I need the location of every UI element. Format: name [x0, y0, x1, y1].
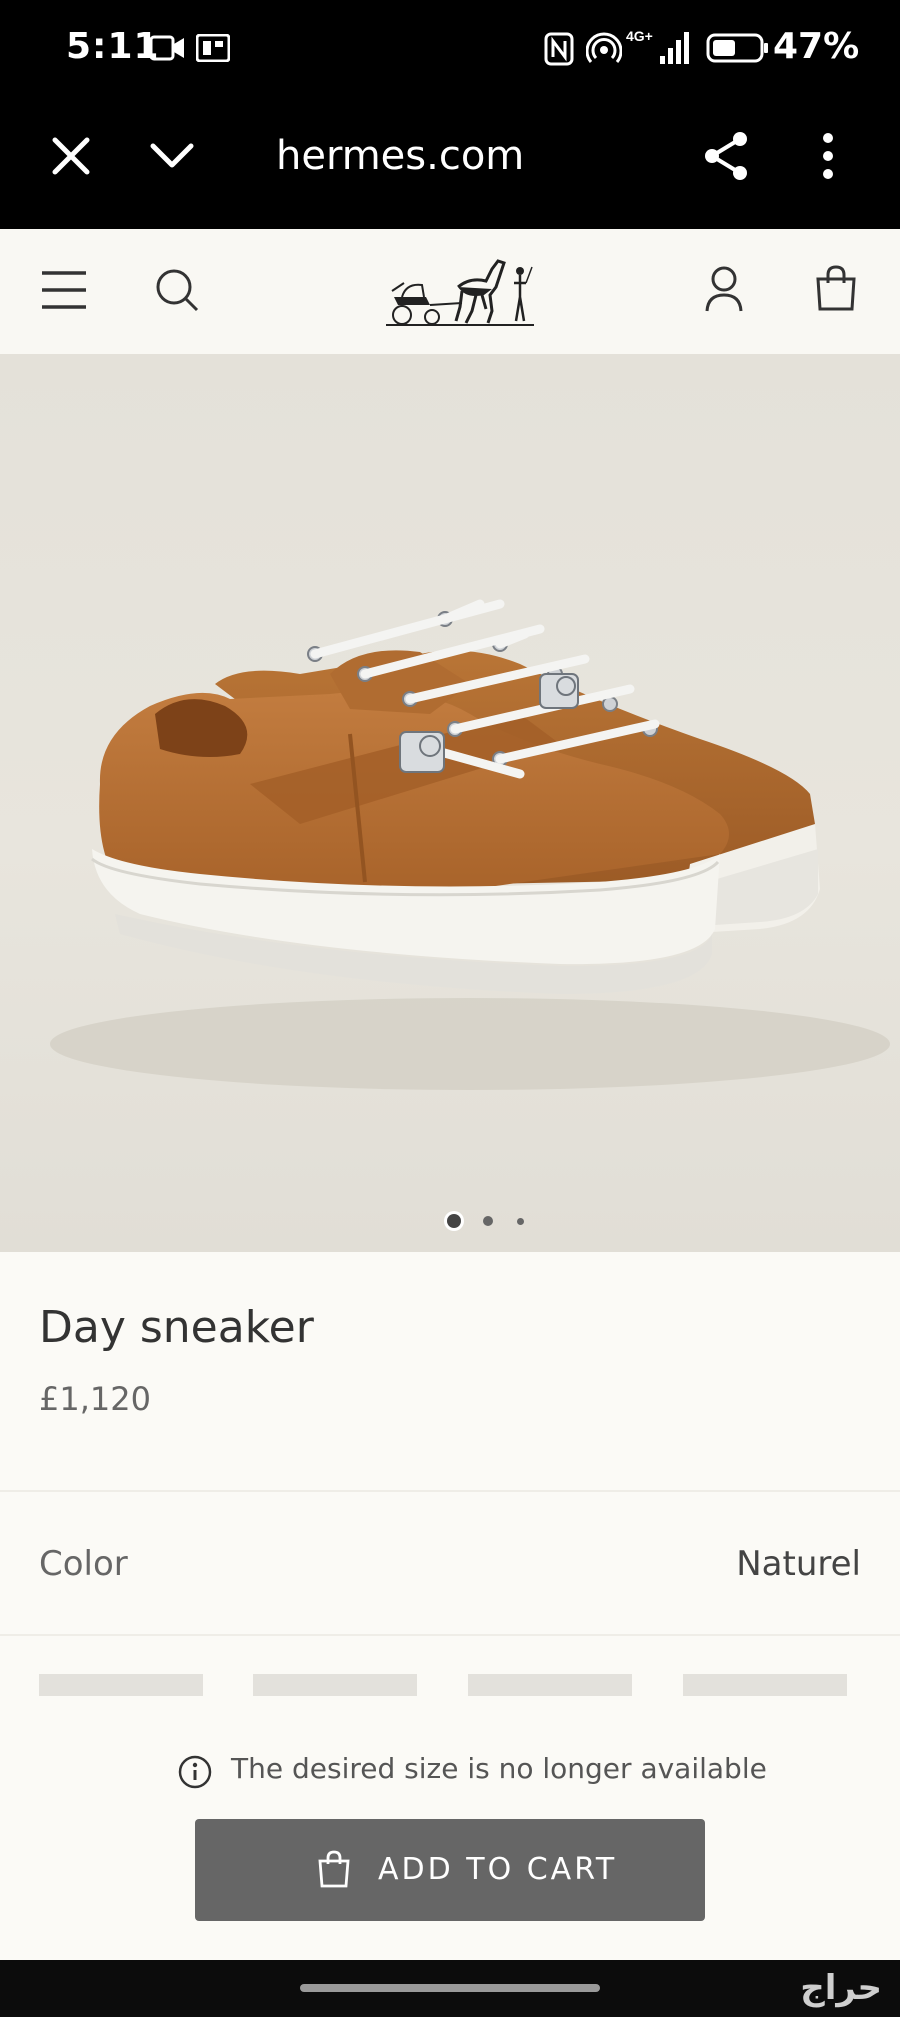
info-icon [178, 1755, 212, 1789]
camera-notification-icon [150, 35, 184, 61]
divider [0, 1490, 900, 1492]
home-indicator[interactable] [300, 1984, 600, 1992]
color-value[interactable]: Naturel [736, 1544, 861, 1584]
shopping-bag-icon [318, 1850, 350, 1888]
size-swatch[interactable] [468, 1674, 632, 1696]
watermark: حراج [800, 1968, 882, 2008]
color-label: Color [39, 1544, 128, 1584]
hotspot-icon [586, 32, 622, 63]
add-to-cart-button[interactable]: ADD TO CART [195, 1819, 705, 1921]
more-vert-icon[interactable] [818, 131, 838, 181]
share-icon[interactable] [700, 129, 752, 183]
availability-notice: The desired size is no longer available [0, 1742, 900, 1802]
shopping-bag-icon[interactable] [814, 263, 858, 313]
search-icon[interactable] [154, 267, 200, 313]
carousel-dot-1[interactable] [447, 1214, 461, 1228]
url-bar[interactable]: hermes.com [276, 133, 524, 179]
divider [0, 1634, 900, 1636]
size-swatch[interactable] [253, 1674, 417, 1696]
battery-icon [706, 33, 768, 63]
size-swatch[interactable] [39, 1674, 203, 1696]
product-image-gallery[interactable] [0, 354, 900, 1252]
status-time: 5:11 [66, 26, 160, 67]
product-details: Day sneaker £1,120 Color Naturel The des… [0, 1252, 900, 1960]
availability-text: The desired size is no longer available [231, 1752, 767, 1785]
app-notification-icon [196, 34, 230, 62]
product-photo [50, 599, 890, 1090]
chevron-down-icon[interactable] [148, 141, 196, 171]
close-icon[interactable] [50, 135, 92, 177]
battery-percent: 47% [773, 26, 860, 67]
account-icon[interactable] [704, 265, 744, 313]
system-nav-bar: حراج [0, 1960, 900, 2017]
carousel-dot-2[interactable] [483, 1216, 493, 1226]
hermes-carriage-logo[interactable] [382, 247, 538, 335]
status-bar: 5:11 4G+ 47% [0, 0, 900, 95]
signal-icon [660, 32, 689, 64]
site-header [0, 229, 900, 354]
product-title: Day sneaker [39, 1302, 314, 1353]
size-swatch[interactable] [683, 1674, 847, 1696]
nfc-icon [544, 32, 574, 66]
add-to-cart-label: ADD TO CART [378, 1852, 618, 1887]
carousel-dot-3[interactable] [517, 1218, 524, 1225]
product-price: £1,120 [39, 1380, 151, 1418]
browser-toolbar: hermes.com [0, 95, 900, 229]
menu-icon[interactable] [40, 269, 88, 311]
